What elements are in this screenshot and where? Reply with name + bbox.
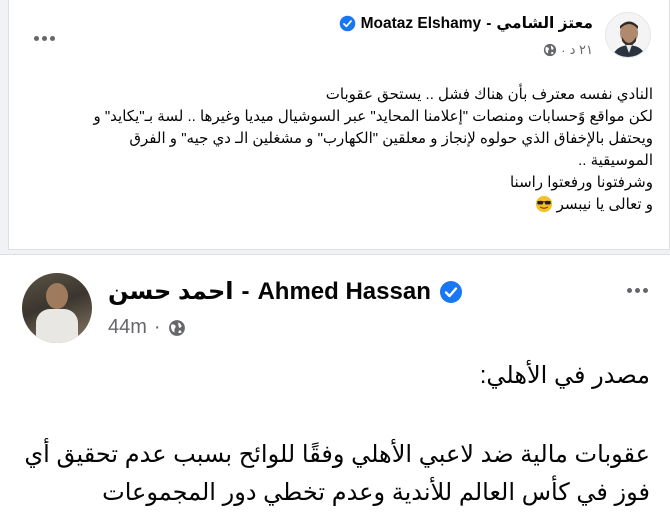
post-body-line: عقوبات مالية ضد لاعبي الأهلي وفقًا للوائ… [24,441,650,468]
post-body: النادي نفسه معترف بأن هناك فشل .. يستحق … [43,84,653,216]
post-body-line: ويحتفل بالإخفاق الذي حولوه لإنجاز و معلق… [129,130,653,147]
post-author[interactable]: معتز الشامي - Moataz Elshamy [339,14,593,33]
post-body-line: لكن مواقع وًحسابات ومنصات "إعلامنا المحا… [93,108,653,125]
globe-icon[interactable] [543,43,557,57]
post-body-line: فوز في كأس العالم للأندية وعدم تخطي دور … [102,479,650,506]
post-body-text: و تعالى يا نيبسر [556,196,653,213]
avatar[interactable] [22,273,92,343]
author-name-english[interactable]: Moataz Elshamy [361,15,482,33]
post-body-line-last: و تعالى يا نيبسر [43,194,653,216]
sunglasses-emoji [535,195,552,213]
author-name-arabic[interactable]: احمد حسن [108,277,233,306]
post-body-line: الموسيقية .. [578,152,653,169]
post-time[interactable]: 44m [108,316,147,339]
more-options-icon[interactable] [29,28,59,48]
globe-icon[interactable] [168,319,186,337]
post-author[interactable]: احمد حسن - Ahmed Hassan [108,277,463,306]
more-options-icon[interactable] [622,280,652,300]
name-separator: - [486,14,492,32]
avatar[interactable] [605,12,651,58]
post-meta: 44m · [108,316,186,339]
post-body-line: مصدر في الأهلي: [479,362,650,389]
verified-badge-icon [339,15,355,32]
author-name-arabic[interactable]: معتز الشامي [496,14,593,33]
author-name-english[interactable]: Ahmed Hassan [257,278,430,306]
post-body-line: وشرفتونا ورفعتوا راسنا [509,174,653,191]
post-time[interactable]: ٢١ د [570,42,593,58]
post-body-line: النادي نفسه معترف بأن هناك فشل .. يستحق … [325,86,653,103]
post-meta: ٢١ د · [543,42,593,58]
name-separator: - [241,277,250,305]
post-card-1: معتز الشامي - Moataz Elshamy ٢١ د · النا… [8,0,670,250]
verified-badge-icon [439,280,462,303]
